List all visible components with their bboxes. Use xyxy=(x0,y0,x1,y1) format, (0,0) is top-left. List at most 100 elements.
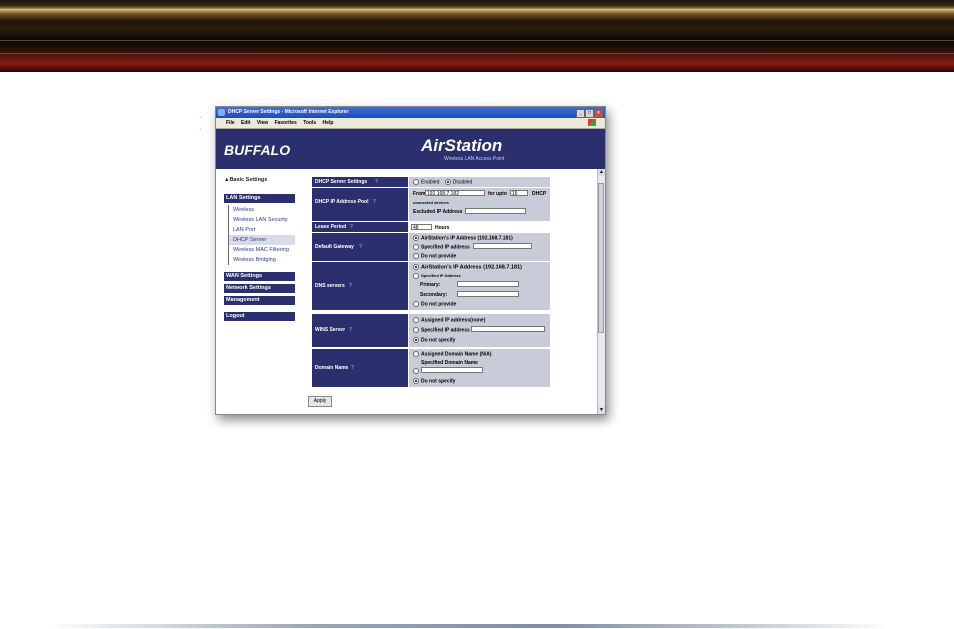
bullet: · xyxy=(199,114,202,121)
sidebar: ▲Basic Settings LAN Settings Wireless Wi… xyxy=(216,169,306,414)
domain-name-input[interactable] xyxy=(421,367,483,373)
menu-file[interactable]: File xyxy=(226,120,235,126)
gateway-ip-input[interactable] xyxy=(473,243,532,249)
sidebar-item-mac-filtering[interactable]: Wireless MAC Filtering xyxy=(228,245,295,255)
scroll-up-icon[interactable]: ▲ xyxy=(598,169,605,176)
row-domain-name: Domain Name? Assigned Domain Name (N/A) … xyxy=(312,349,550,387)
menu-view[interactable]: View xyxy=(257,120,268,126)
help-icon[interactable]: ? xyxy=(349,283,352,289)
radio-domain-specified[interactable] xyxy=(413,368,419,374)
label-hours: Hours xyxy=(435,225,450,231)
label-dns-none: Do not provide xyxy=(421,301,457,308)
pool-count-input[interactable]: 16 xyxy=(510,190,528,197)
footer-rule xyxy=(50,624,890,628)
row-default-gateway: Default Gateway? AirStation's IP Address… xyxy=(312,233,550,261)
radio-dns-airstation[interactable] xyxy=(413,264,419,270)
sidebar-item-dhcp-server[interactable]: DHCP Server xyxy=(228,235,295,245)
sidebar-network-settings[interactable]: Network Settings xyxy=(224,284,295,293)
radio-gateway-none[interactable] xyxy=(413,253,419,259)
sidebar-item-wireless-security[interactable]: Wireless LAN Security xyxy=(228,215,295,225)
radio-wins-none[interactable] xyxy=(413,337,419,343)
label-wins-server: WINS Server xyxy=(315,327,346,333)
label-wins-specified: Specified IP address xyxy=(421,327,470,334)
label-wins-assigned: Assigned IP address(none) xyxy=(421,317,486,324)
label-domain-specified: Specified Domain Name xyxy=(421,360,478,366)
radio-disabled[interactable] xyxy=(444,179,451,185)
row-lease-period: Lease Period? 48 Hours xyxy=(312,222,550,232)
radio-enabled[interactable] xyxy=(413,179,419,185)
bullet-list: · · xyxy=(199,112,201,136)
label-lease-period: Lease Period xyxy=(315,224,347,230)
help-icon[interactable]: ? xyxy=(373,199,376,205)
help-icon[interactable]: ? xyxy=(359,244,362,250)
label-secondary: Secondary: xyxy=(420,292,448,298)
menu-tools[interactable]: Tools xyxy=(303,120,316,126)
scrollbar-thumb[interactable] xyxy=(598,183,604,333)
label-dhcp-server: DHCP Server Settings xyxy=(315,179,368,185)
label-dns-servers: DNS servers xyxy=(315,283,345,289)
sidebar-item-wireless-bridging[interactable]: Wireless Bridging xyxy=(228,255,295,265)
radio-gateway-specified[interactable] xyxy=(413,244,419,250)
label-gateway-airstation: AirStation's IP Address (192.168.7.181) xyxy=(421,235,513,242)
windows-logo-icon xyxy=(588,119,596,126)
label-default-gateway: Default Gateway xyxy=(315,244,354,250)
lease-period-input[interactable]: 48 xyxy=(411,224,432,231)
row-wins-server: WINS Server? Assigned IP address(none) S… xyxy=(312,314,550,347)
label-from: From xyxy=(413,191,426,197)
radio-domain-assigned[interactable] xyxy=(413,351,419,357)
radio-dns-none[interactable] xyxy=(413,301,419,307)
airstation-subtitle: Wireless LAN Access Point xyxy=(444,156,505,162)
label-domain-assigned: Assigned Domain Name (N/A) xyxy=(421,351,492,358)
primary-dns-input[interactable] xyxy=(457,281,519,287)
menu-favorites[interactable]: Favorites xyxy=(275,120,297,126)
help-icon[interactable]: ? xyxy=(351,365,354,371)
label-primary: Primary: xyxy=(420,282,441,288)
label-dns-airstation: AirStation's IP Address (192.168.7.181) xyxy=(421,264,522,271)
bullet: · xyxy=(199,126,202,133)
help-icon[interactable]: ? xyxy=(349,327,352,333)
minimize-button[interactable]: _ xyxy=(576,109,585,118)
radio-dns-specified[interactable] xyxy=(413,273,419,279)
row-dns-servers: DNS servers? AirStation's IP Address (19… xyxy=(312,262,550,310)
buffalo-logo: BUFFALO xyxy=(224,142,291,158)
excluded-ip-input[interactable] xyxy=(465,208,526,214)
close-button[interactable]: × xyxy=(594,109,603,118)
label-gateway-none: Do not provide xyxy=(421,253,457,260)
sidebar-basic-settings[interactable]: ▲Basic Settings xyxy=(224,177,267,183)
radio-domain-none[interactable] xyxy=(413,378,419,384)
maximize-button[interactable]: □ xyxy=(585,109,594,118)
menu-bar: File Edit View Favorites Tools Help xyxy=(216,118,605,129)
label-dns-specified: Specified IP Address xyxy=(421,273,461,279)
sidebar-item-lan-port[interactable]: LAN Port xyxy=(228,225,295,235)
sidebar-wan-settings[interactable]: WAN Settings xyxy=(224,272,295,281)
window-title: DHCP Server Settings - Microsoft Interne… xyxy=(228,109,349,115)
scroll-down-icon[interactable]: ▼ xyxy=(598,407,605,414)
sidebar-logout[interactable]: Logout xyxy=(224,312,295,321)
menu-help[interactable]: Help xyxy=(323,120,334,126)
sidebar-management[interactable]: Management xyxy=(224,296,295,305)
sidebar-item-wireless[interactable]: Wireless xyxy=(228,205,295,215)
apply-button[interactable]: Apply xyxy=(308,396,332,407)
help-icon[interactable]: ? xyxy=(350,224,353,230)
label-excluded-ip: Excluded IP Address xyxy=(413,209,463,215)
title-bar: DHCP Server Settings - Microsoft Interne… xyxy=(216,107,605,118)
label-domain-none: Do not specify xyxy=(421,378,456,385)
label-domain-name: Domain Name xyxy=(315,365,349,371)
vertical-scrollbar[interactable]: ▲ ▼ xyxy=(597,169,605,414)
label-wins-none: Do not specify xyxy=(421,337,456,344)
radio-gateway-airstation[interactable] xyxy=(413,235,419,241)
secondary-dns-input[interactable] xyxy=(457,291,519,297)
radio-wins-specified[interactable] xyxy=(413,327,419,333)
label-gateway-specified: Specified IP address xyxy=(421,244,470,251)
label-enabled: Enabled xyxy=(421,179,440,186)
help-icon[interactable]: ? xyxy=(375,179,378,185)
row-dhcp-server: DHCP Server Settings? Enabled Disabled xyxy=(312,177,550,187)
wins-ip-input[interactable] xyxy=(471,326,545,332)
ie-icon xyxy=(218,109,225,116)
pool-start-input[interactable]: 192.168.7.182 xyxy=(425,190,485,197)
radio-wins-assigned[interactable] xyxy=(413,317,419,323)
menu-edit[interactable]: Edit xyxy=(241,120,250,126)
label-disabled: Disabled xyxy=(452,179,473,186)
page-header: BUFFALO AirStation Wireless LAN Access P… xyxy=(216,129,605,169)
sidebar-lan-settings[interactable]: LAN Settings xyxy=(224,194,295,203)
